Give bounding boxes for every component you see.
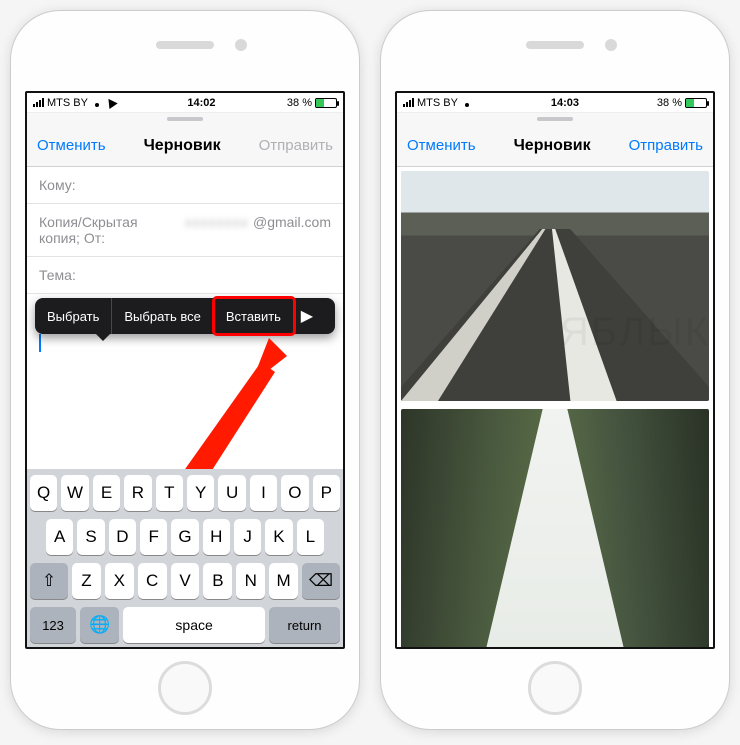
key-r[interactable]: R xyxy=(124,475,151,511)
text-cursor xyxy=(39,334,41,352)
delete-key[interactable]: ⌫ xyxy=(302,563,340,599)
phone-speaker xyxy=(526,41,584,49)
key-z[interactable]: Z xyxy=(72,563,101,599)
status-time: 14:03 xyxy=(473,97,657,109)
cancel-button[interactable]: Отменить xyxy=(407,137,476,154)
compose-navbar: Отменить Черновик Отправить xyxy=(397,125,713,167)
key-b[interactable]: B xyxy=(203,563,232,599)
globe-key[interactable]: 🌐 xyxy=(80,607,119,643)
key-e[interactable]: E xyxy=(93,475,120,511)
battery-icon xyxy=(315,98,337,108)
nav-title: Черновик xyxy=(144,137,221,155)
carrier-label: MTS BY xyxy=(417,97,458,109)
carrier-label: MTS BY xyxy=(47,97,88,109)
shift-key[interactable]: ⇧ xyxy=(30,563,68,599)
key-p[interactable]: P xyxy=(313,475,340,511)
menu-more-arrow-icon[interactable]: ▶ xyxy=(294,298,320,334)
phone-left: MTS BY 14:02 38 % Отменить Черновик Отпр… xyxy=(10,10,360,730)
compose-body-with-images[interactable] xyxy=(397,167,713,647)
attached-image-1[interactable] xyxy=(401,171,709,401)
keyboard-row-3: ⇧ ZXCVBNM ⌫ xyxy=(30,563,340,599)
key-h[interactable]: H xyxy=(203,519,230,555)
key-j[interactable]: J xyxy=(234,519,261,555)
battery-icon xyxy=(685,98,707,108)
cancel-button[interactable]: Отменить xyxy=(37,137,106,154)
keyboard-row-2: ASDFGHJKL xyxy=(30,519,340,555)
from-email-redacted: xxxxxxxx xyxy=(185,214,249,230)
cc-field[interactable]: Копия/Скрытая копия; От: xxxxxxxx @gmail… xyxy=(27,204,343,257)
key-y[interactable]: Y xyxy=(187,475,214,511)
key-v[interactable]: V xyxy=(171,563,200,599)
annotation-arrow xyxy=(177,332,297,482)
key-o[interactable]: O xyxy=(281,475,308,511)
key-x[interactable]: X xyxy=(105,563,134,599)
key-t[interactable]: T xyxy=(156,475,183,511)
key-n[interactable]: N xyxy=(236,563,265,599)
status-bar: MTS BY 14:03 38 % xyxy=(397,93,713,113)
wifi-icon xyxy=(91,98,103,107)
send-button[interactable]: Отправить xyxy=(629,137,703,154)
wifi-icon xyxy=(461,98,473,107)
keyboard-row-1: QWERTYUIOP xyxy=(30,475,340,511)
sheet-handle[interactable] xyxy=(397,113,713,125)
home-button[interactable] xyxy=(528,661,582,715)
key-c[interactable]: C xyxy=(138,563,167,599)
numbers-key[interactable]: 123 xyxy=(30,607,76,643)
nav-title: Черновик xyxy=(514,137,591,155)
screen-right: MTS BY 14:03 38 % Отменить Черновик Отпр… xyxy=(395,91,715,649)
screen-left: MTS BY 14:02 38 % Отменить Черновик Отпр… xyxy=(25,91,345,649)
space-key[interactable]: space xyxy=(123,607,265,643)
phone-camera xyxy=(235,39,247,51)
phone-right: MTS BY 14:03 38 % Отменить Черновик Отпр… xyxy=(380,10,730,730)
key-q[interactable]: Q xyxy=(30,475,57,511)
to-field[interactable]: Кому: xyxy=(27,167,343,204)
sheet-handle[interactable] xyxy=(27,113,343,125)
key-d[interactable]: D xyxy=(109,519,136,555)
compose-body[interactable]: Выбрать Выбрать все Вставить ▶ xyxy=(27,294,343,424)
edit-context-menu: Выбрать Выбрать все Вставить ▶ xyxy=(35,298,335,334)
key-s[interactable]: S xyxy=(77,519,104,555)
signal-icon xyxy=(33,98,44,107)
key-k[interactable]: K xyxy=(265,519,292,555)
return-key[interactable]: return xyxy=(269,607,340,643)
cc-label: Копия/Скрытая копия; От: xyxy=(39,214,181,246)
menu-select-all[interactable]: Выбрать все xyxy=(112,298,213,334)
signal-icon xyxy=(403,98,414,107)
menu-paste[interactable]: Вставить xyxy=(214,298,294,334)
phone-speaker xyxy=(156,41,214,49)
subject-label: Тема: xyxy=(39,267,76,283)
compose-navbar: Отменить Черновик Отправить xyxy=(27,125,343,167)
key-u[interactable]: U xyxy=(218,475,245,511)
to-label: Кому: xyxy=(39,177,76,193)
key-a[interactable]: A xyxy=(46,519,73,555)
menu-select[interactable]: Выбрать xyxy=(35,298,112,334)
status-bar: MTS BY 14:02 38 % xyxy=(27,93,343,113)
keyboard[interactable]: QWERTYUIOP ASDFGHJKL ⇧ ZXCVBNM ⌫ 123 🌐 s… xyxy=(27,469,343,647)
battery-percent: 38 % xyxy=(287,97,312,109)
compose-fields: Кому: Копия/Скрытая копия; От: xxxxxxxx … xyxy=(27,167,343,294)
key-w[interactable]: W xyxy=(61,475,88,511)
from-email-suffix: @gmail.com xyxy=(253,214,331,230)
attached-image-2[interactable] xyxy=(401,409,709,647)
key-l[interactable]: L xyxy=(297,519,324,555)
home-button[interactable] xyxy=(158,661,212,715)
phone-camera xyxy=(605,39,617,51)
send-button[interactable]: Отправить xyxy=(259,137,333,154)
subject-field[interactable]: Тема: xyxy=(27,257,343,294)
battery-percent: 38 % xyxy=(657,97,682,109)
key-i[interactable]: I xyxy=(250,475,277,511)
key-m[interactable]: M xyxy=(269,563,298,599)
key-f[interactable]: F xyxy=(140,519,167,555)
status-time: 14:02 xyxy=(116,97,287,109)
key-g[interactable]: G xyxy=(171,519,198,555)
